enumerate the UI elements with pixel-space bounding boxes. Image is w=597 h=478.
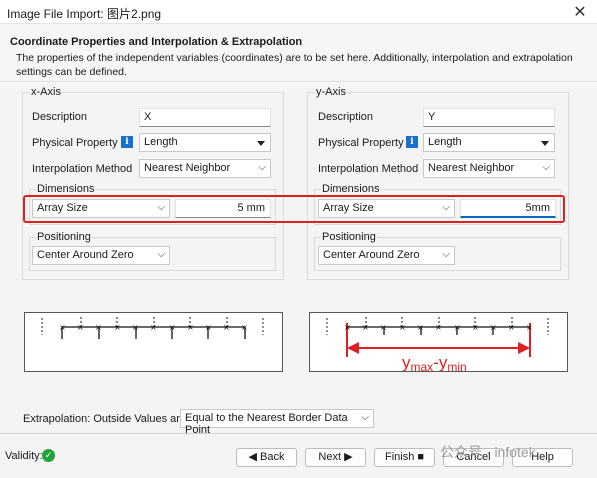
x-interpolation-select[interactable]: Nearest Neighbor ⌵ [139,159,271,178]
y-axis-diagram: × × × × × × × × × × × ymax-ymin [309,312,568,374]
svg-text:×: × [95,323,102,332]
x-interpolation-label: Interpolation Method [32,163,133,175]
x-positioning-label: Positioning [36,231,92,243]
arrow-right-icon [518,342,530,354]
y-axis-diagram-svg: × × × × × × × × × × × ymax-ymin [326,317,549,374]
svg-text:×: × [508,323,515,332]
y-description-label: Description [318,111,374,123]
watermark: 公众号 · infotek [440,444,536,460]
svg-text:×: × [205,323,212,332]
page-description: The properties of the independent variab… [16,52,573,78]
svg-text:×: × [399,323,406,332]
close-icon[interactable]: ✕ [573,2,587,22]
finish-button[interactable]: Finish ■ [374,448,435,467]
x-axis-diagram-svg: × × × × × × × × × × × [41,317,264,339]
chevron-down-icon: ⌵ [258,162,266,173]
chevron-down-icon: ⌵ [157,249,165,260]
next-button[interactable]: Next ▶ [305,448,366,467]
y-interpolation-select[interactable]: Nearest Neighbor ⌵ [423,159,555,178]
y-positioning-value: Center Around Zero [323,249,420,261]
extrapolation-label: Extrapolation: Outside Values are [23,413,187,425]
svg-text:×: × [380,323,387,332]
info-icon[interactable]: i [406,136,418,148]
info-icon[interactable]: i [121,136,133,148]
y-description-field[interactable]: Y [423,108,555,127]
svg-text:×: × [472,323,479,332]
chevron-down-icon: ⌵ [442,249,450,260]
dropdown-arrow-icon [257,141,265,146]
y-axis-group-label: y-Axis [315,86,347,98]
x-positioning-value: Center Around Zero [37,249,134,261]
x-physical-property-label: Physical Property [32,137,118,149]
x-physical-property-select[interactable]: Length [139,133,271,152]
y-positioning-label: Positioning [321,231,377,243]
x-positioning-select[interactable]: Center Around Zero ⌵ [32,246,170,265]
svg-text:×: × [362,323,369,332]
validity-label: Validity: [5,450,43,462]
svg-text:×: × [223,323,230,332]
y-interpolation-value: Nearest Neighbor [428,162,515,174]
y-physical-property-value: Length [428,136,462,148]
x-physical-property-value: Length [144,136,178,148]
svg-text:×: × [435,323,442,332]
x-description-field[interactable]: X [139,108,271,127]
svg-text:×: × [241,323,248,332]
arrow-left-icon [347,342,359,354]
y-positioning-select[interactable]: Center Around Zero ⌵ [318,246,455,265]
y-dimensions-label: Dimensions [321,183,381,195]
title-bar: Image File Import: 图片2.png ✕ [0,0,597,24]
dropdown-arrow-icon [541,141,549,146]
svg-text:×: × [150,323,157,332]
ymax-ymin-label: ymax-ymin [402,353,467,371]
check-icon: ✓ [42,449,55,462]
chevron-down-icon: ⌵ [361,412,369,423]
page-title: Coordinate Properties and Interpolation … [10,36,303,48]
page-header: Coordinate Properties and Interpolation … [0,24,597,82]
svg-text:×: × [114,323,121,332]
x-axis-diagram: × × × × × × × × × × × [24,312,283,372]
extrapolation-select[interactable]: Equal to the Nearest Border Data Point ⌵ [180,409,374,436]
x-interpolation-value: Nearest Neighbor [144,162,231,174]
chevron-down-icon: ⌵ [542,162,550,173]
svg-text:×: × [417,323,424,332]
y-physical-property-label: Physical Property [318,137,404,149]
x-dimensions-label: Dimensions [36,183,96,195]
svg-text:×: × [344,323,351,332]
svg-text:×: × [77,323,84,332]
svg-text:×: × [187,323,194,332]
footer-bar: Validity: ✓ ◀ Back Next ▶ Finish ■ Cance… [0,433,597,478]
y-interpolation-label: Interpolation Method [318,163,419,175]
dimensions-highlight [23,195,565,223]
svg-text:×: × [132,323,139,332]
svg-text:×: × [526,323,533,332]
x-axis-group-label: x-Axis [30,86,62,98]
back-button[interactable]: ◀ Back [236,448,297,467]
window-title: Image File Import: 图片2.png [7,7,162,21]
y-physical-property-select[interactable]: Length [423,133,555,152]
svg-text:×: × [169,323,176,332]
svg-text:×: × [454,323,461,332]
svg-text:×: × [59,323,66,332]
svg-text:×: × [490,323,497,332]
x-description-label: Description [32,111,88,123]
